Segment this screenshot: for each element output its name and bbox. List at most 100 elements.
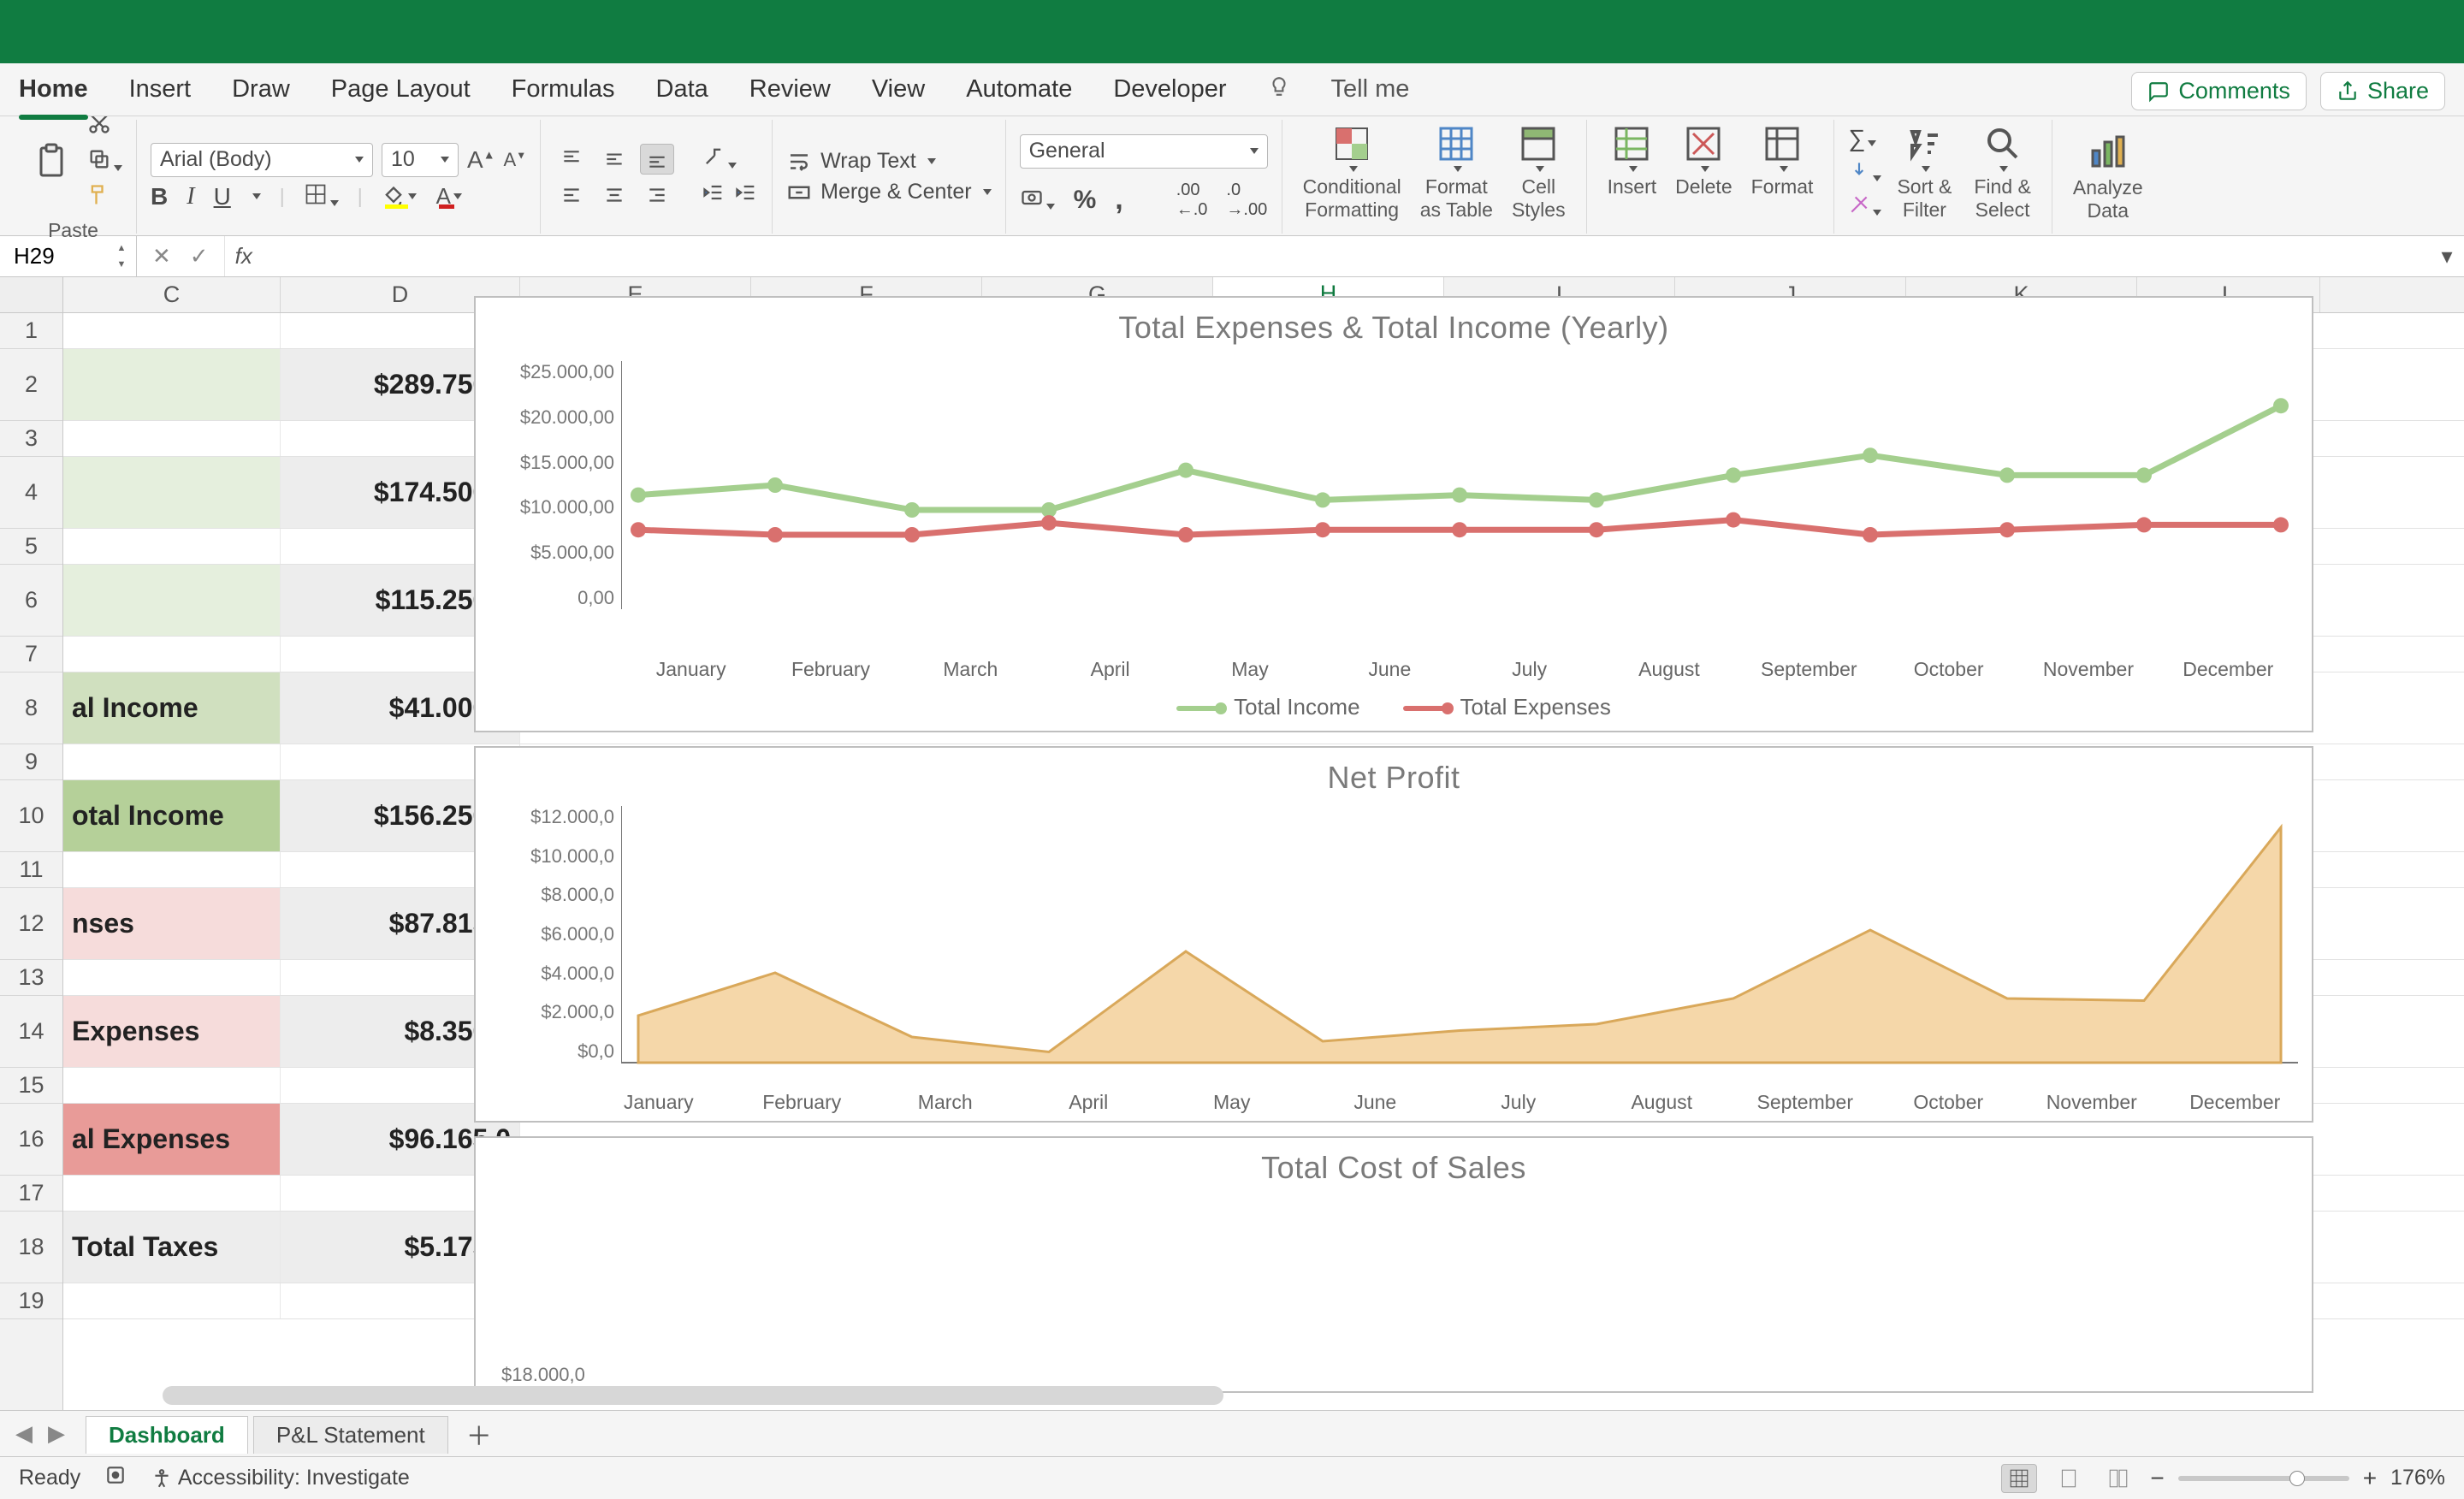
format-as-table-button[interactable]: Format as Table	[1413, 120, 1500, 225]
row-header-7[interactable]: 7	[0, 637, 62, 672]
horizontal-scrollbar[interactable]	[163, 1386, 1223, 1405]
row-header-8[interactable]: 8	[0, 672, 62, 744]
conditional-formatting-button[interactable]: Conditional Formatting	[1296, 120, 1408, 225]
row-header-4[interactable]: 4	[0, 457, 62, 529]
zoom-level[interactable]: 176%	[2390, 1466, 2445, 1490]
align-right-icon[interactable]	[640, 180, 674, 210]
merge-center-button[interactable]: Merge & Center	[786, 180, 991, 205]
row-header-1[interactable]: 1	[0, 313, 62, 349]
zoom-slider[interactable]	[2178, 1476, 2349, 1481]
borders-icon[interactable]	[304, 182, 339, 211]
name-box[interactable]: H29 ▲▼	[0, 236, 137, 276]
row-header-13[interactable]: 13	[0, 960, 62, 996]
align-center-icon[interactable]	[597, 180, 631, 210]
tab-review[interactable]: Review	[749, 70, 831, 109]
chart-expenses-income[interactable]: Total Expenses & Total Income (Yearly) $…	[474, 296, 2313, 732]
delete-cells-button[interactable]: Delete	[1668, 120, 1738, 202]
bold-button[interactable]: B	[151, 183, 168, 210]
tab-data[interactable]: Data	[656, 70, 708, 109]
zoom-in-button[interactable]: +	[2363, 1465, 2377, 1492]
cancel-formula-icon[interactable]: ✕	[152, 243, 171, 270]
align-top-icon[interactable]	[554, 144, 589, 175]
cell-styles-button[interactable]: Cell Styles	[1505, 120, 1573, 225]
increase-font-icon[interactable]: A▲	[467, 146, 495, 174]
row-header-3[interactable]: 3	[0, 421, 62, 457]
tab-draw[interactable]: Draw	[232, 70, 290, 109]
percent-icon[interactable]: %	[1074, 186, 1097, 215]
clear-icon[interactable]	[1848, 193, 1881, 221]
zoom-out-button[interactable]: −	[2150, 1465, 2164, 1492]
decrease-indent-icon[interactable]	[702, 181, 726, 210]
tab-home[interactable]: Home	[19, 70, 88, 109]
font-size-select[interactable]: 10	[382, 143, 459, 177]
find-select-button[interactable]: Find & Select	[1967, 120, 2037, 225]
tab-formulas[interactable]: Formulas	[512, 70, 615, 109]
wrap-text-button[interactable]: Wrap Text	[786, 149, 991, 175]
view-normal-icon[interactable]	[2001, 1464, 2037, 1493]
fx-label[interactable]: fx	[225, 236, 263, 276]
format-cells-button[interactable]: Format	[1744, 120, 1821, 202]
select-all-corner[interactable]	[0, 277, 63, 312]
row-header-11[interactable]: 11	[0, 852, 62, 888]
view-page-break-icon[interactable]	[2100, 1464, 2136, 1493]
formula-collapse-icon[interactable]: ▾	[2430, 236, 2464, 276]
enter-formula-icon[interactable]: ✓	[190, 243, 209, 270]
row-header-12[interactable]: 12	[0, 888, 62, 960]
tab-view[interactable]: View	[872, 70, 925, 109]
tell-me[interactable]: Tell me	[1331, 70, 1410, 109]
comma-icon[interactable]: ,	[1115, 183, 1122, 216]
row-header-5[interactable]: 5	[0, 529, 62, 565]
paste-button[interactable]	[24, 138, 79, 186]
chart-cost-of-sales[interactable]: Total Cost of Sales $18.000,0	[474, 1136, 2313, 1393]
row-header-9[interactable]: 9	[0, 744, 62, 780]
add-sheet-button[interactable]: ＋	[462, 1417, 496, 1451]
tab-insert[interactable]: Insert	[129, 70, 192, 109]
row-header-10[interactable]: 10	[0, 780, 62, 852]
sort-filter-button[interactable]: Sort & Filter	[1890, 120, 1958, 225]
row-header-19[interactable]: 19	[0, 1283, 62, 1319]
fill-color-icon[interactable]	[382, 183, 417, 210]
row-header-14[interactable]: 14	[0, 996, 62, 1068]
macro-record-icon[interactable]	[104, 1464, 127, 1492]
worksheet-grid[interactable]: CDEFGHIJKL 12345678910111213141516171819…	[0, 277, 2464, 1410]
decrease-font-icon[interactable]: A▼	[504, 149, 527, 171]
insert-cells-button[interactable]: Insert	[1601, 120, 1664, 202]
copy-icon[interactable]	[87, 147, 122, 176]
decrease-decimal-icon[interactable]: .0→.00	[1226, 181, 1267, 220]
format-painter-icon[interactable]	[87, 183, 122, 212]
increase-decimal-icon[interactable]: .00←.0	[1176, 181, 1208, 220]
row-header-17[interactable]: 17	[0, 1176, 62, 1212]
formula-input[interactable]	[263, 236, 2430, 276]
orientation-icon[interactable]	[702, 145, 737, 174]
align-left-icon[interactable]	[554, 180, 589, 210]
row-header-2[interactable]: 2	[0, 349, 62, 421]
align-bottom-icon[interactable]	[640, 144, 674, 175]
sheet-tab-pl-statement[interactable]: P&L Statement	[253, 1416, 448, 1454]
tab-developer[interactable]: Developer	[1113, 70, 1226, 109]
row-header-6[interactable]: 6	[0, 565, 62, 637]
view-page-layout-icon[interactable]	[2051, 1464, 2087, 1493]
sheet-nav-prev-icon[interactable]: ◀	[15, 1420, 33, 1447]
fill-icon[interactable]	[1848, 159, 1881, 187]
accessibility-status[interactable]: Accessibility: Investigate	[151, 1466, 410, 1490]
row-header-16[interactable]: 16	[0, 1104, 62, 1176]
font-color-icon[interactable]: A	[435, 183, 463, 210]
row-header-15[interactable]: 15	[0, 1068, 62, 1104]
autosum-icon[interactable]: ∑	[1848, 125, 1881, 152]
sheet-tab-dashboard[interactable]: Dashboard	[86, 1416, 248, 1454]
row-header-18[interactable]: 18	[0, 1212, 62, 1283]
number-format-select[interactable]: General	[1020, 134, 1268, 169]
analyze-data-button[interactable]: Analyze Data	[2066, 128, 2150, 226]
sheet-nav-next-icon[interactable]: ▶	[48, 1420, 65, 1447]
underline-button[interactable]: U	[214, 183, 231, 210]
italic-button[interactable]: I	[187, 183, 194, 210]
share-button[interactable]: Share	[2320, 72, 2445, 110]
tab-automate[interactable]: Automate	[966, 70, 1072, 109]
comments-button[interactable]: Comments	[2131, 72, 2307, 110]
font-name-select[interactable]: Arial (Body)	[151, 143, 373, 177]
align-middle-icon[interactable]	[597, 144, 631, 175]
column-header-C[interactable]: C	[63, 277, 281, 312]
currency-icon[interactable]	[1020, 186, 1055, 215]
tab-page-layout[interactable]: Page Layout	[331, 70, 471, 109]
increase-indent-icon[interactable]	[734, 181, 758, 210]
